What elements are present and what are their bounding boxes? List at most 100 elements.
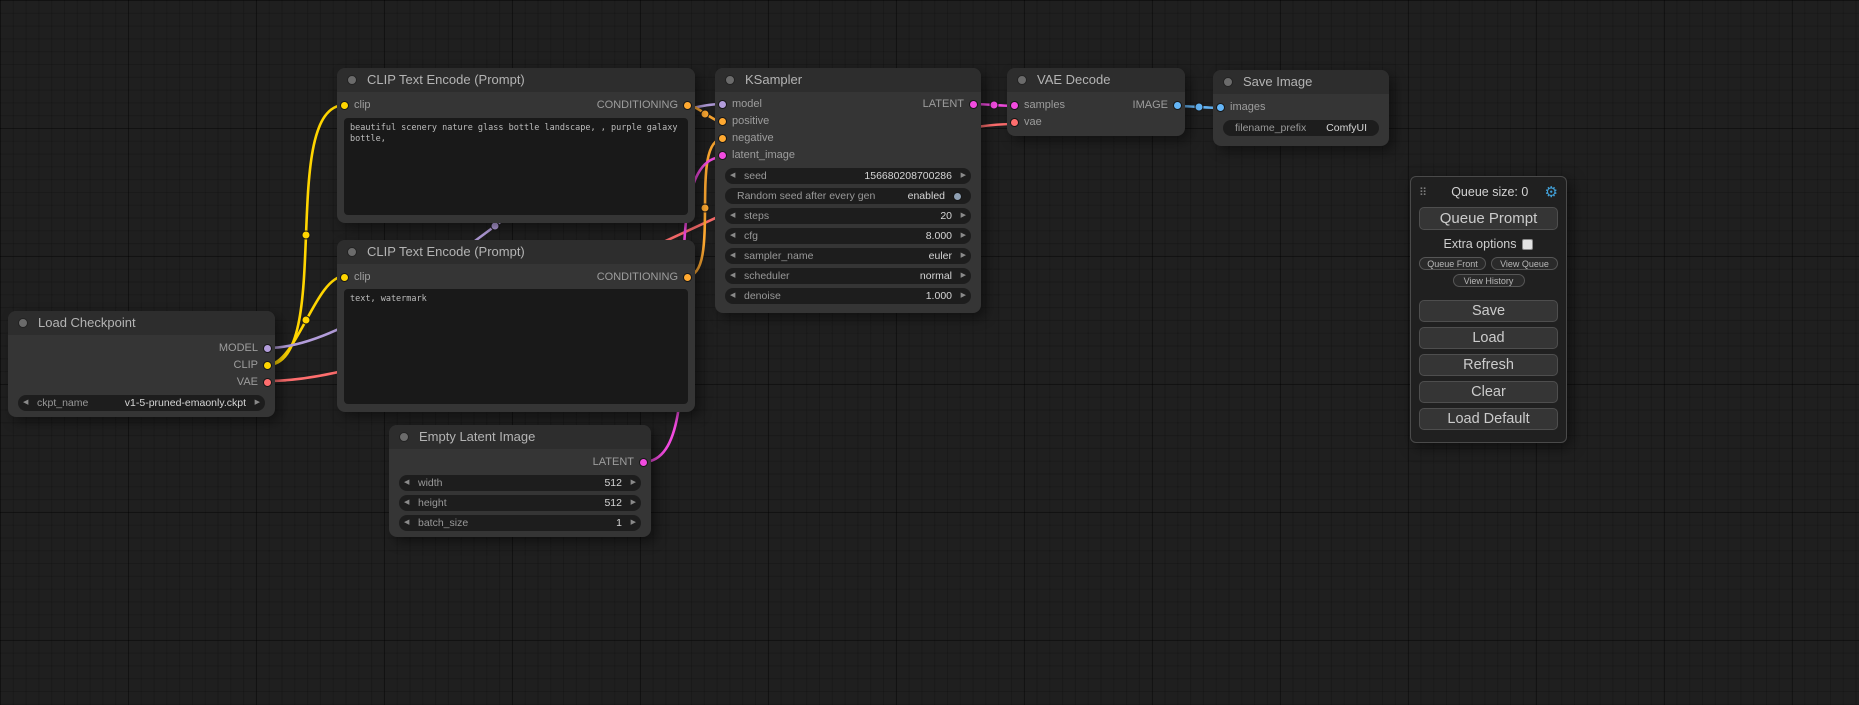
output-slot-clip: CLIP [234,357,275,374]
widget-seed[interactable]: ◀ seed 156680208700286 ▶ [725,168,971,184]
view-queue-button[interactable]: View Queue [1491,257,1558,270]
load-button[interactable]: Load [1419,327,1558,349]
input-dot-samples[interactable] [1010,101,1019,110]
output-dot-conditioning[interactable] [683,101,692,110]
widget-batch-size[interactable]: ◀ batch_size 1 ▶ [399,515,641,531]
settings-gear-icon[interactable]: ⚙ [1545,183,1558,201]
input-dot-latent-image[interactable] [718,151,727,160]
input-slot-positive: positive [715,113,769,130]
widget-cfg[interactable]: ◀ cfg 8.000 ▶ [725,228,971,244]
decrement-arrow-icon[interactable]: ◀ [404,475,415,491]
collapse-dot[interactable] [399,432,409,442]
queue-prompt-button[interactable]: Queue Prompt [1419,207,1558,230]
increment-arrow-icon[interactable]: ▶ [955,228,966,244]
input-dot-negative[interactable] [718,134,727,143]
increment-arrow-icon[interactable]: ▶ [955,268,966,284]
decrement-arrow-icon[interactable]: ◀ [404,495,415,511]
increment-arrow-icon[interactable]: ▶ [625,475,636,491]
widget-ckpt-name[interactable]: ◀ ckpt_name v1-5-pruned-emaonly.ckpt ▶ [18,395,265,411]
input-dot-images[interactable] [1216,103,1225,112]
prompt-textarea[interactable]: text, watermark [344,289,688,404]
node-title-bar[interactable]: Save Image [1213,70,1389,94]
widget-random-seed-toggle[interactable]: Random seed after every gen enabled [725,188,971,204]
increment-arrow-icon[interactable]: ▶ [955,168,966,184]
decrement-arrow-icon[interactable]: ◀ [730,228,741,244]
decrement-arrow-icon[interactable]: ◀ [23,395,34,411]
increment-arrow-icon[interactable]: ▶ [625,515,636,531]
increment-arrow-icon[interactable]: ▶ [955,288,966,304]
widget-scheduler[interactable]: ◀ scheduler normal ▶ [725,268,971,284]
output-dot-model[interactable] [263,344,272,353]
slot-label-conditioning: CONDITIONING [597,99,678,111]
decrement-arrow-icon[interactable]: ◀ [730,248,741,264]
node-load-checkpoint[interactable]: Load Checkpoint MODEL CLIP VAE ◀ ckpt_na… [8,311,275,417]
increment-arrow-icon[interactable]: ▶ [249,395,260,411]
collapse-dot[interactable] [347,75,357,85]
node-title-bar[interactable]: CLIP Text Encode (Prompt) [337,240,695,264]
output-dot-vae[interactable] [263,378,272,387]
output-dot-latent[interactable] [969,100,978,109]
node-title-bar[interactable]: Load Checkpoint [8,311,275,335]
refresh-button[interactable]: Refresh [1419,354,1558,376]
output-dot-image[interactable] [1173,101,1182,110]
graph-canvas[interactable]: Load Checkpoint MODEL CLIP VAE ◀ ckpt_na… [0,0,1859,705]
widget-value: 8.000 [758,230,955,242]
slot-label-model: MODEL [219,342,258,354]
collapse-dot[interactable] [725,75,735,85]
slot-label-positive: positive [732,115,769,127]
widget-width[interactable]: ◀ width 512 ▶ [399,475,641,491]
node-vae-decode[interactable]: VAE Decode samples IMAGE vae [1007,68,1185,136]
decrement-arrow-icon[interactable]: ◀ [404,515,415,531]
node-title: Empty Latent Image [419,429,535,444]
toggle-dot[interactable] [953,192,962,201]
input-slot-latent-image: latent_image [715,147,795,164]
widget-denoise[interactable]: ◀ denoise 1.000 ▶ [725,288,971,304]
collapse-dot[interactable] [18,318,28,328]
increment-arrow-icon[interactable]: ▶ [955,208,966,224]
clear-button[interactable]: Clear [1419,381,1558,403]
widget-filename-prefix[interactable]: filename_prefix ComfyUI [1223,120,1379,136]
output-dot-conditioning[interactable] [683,273,692,282]
output-dot-latent[interactable] [639,458,648,467]
decrement-arrow-icon[interactable]: ◀ [730,168,741,184]
decrement-arrow-icon[interactable]: ◀ [730,208,741,224]
input-dot-clip[interactable] [340,101,349,110]
widget-sampler-name[interactable]: ◀ sampler_name euler ▶ [725,248,971,264]
node-title-bar[interactable]: CLIP Text Encode (Prompt) [337,68,695,92]
input-dot-model[interactable] [718,100,727,109]
increment-arrow-icon[interactable]: ▶ [625,495,636,511]
slot-label-images: images [1230,101,1265,113]
output-dot-clip[interactable] [263,361,272,370]
slot-label-vae: vae [1024,116,1042,128]
save-button[interactable]: Save [1419,300,1558,322]
node-clip-text-encode-positive[interactable]: CLIP Text Encode (Prompt) clip CONDITION… [337,68,695,223]
node-title-bar[interactable]: KSampler [715,68,981,92]
node-save-image[interactable]: Save Image images filename_prefix ComfyU… [1213,70,1389,146]
node-clip-text-encode-negative[interactable]: CLIP Text Encode (Prompt) clip CONDITION… [337,240,695,412]
input-dot-vae[interactable] [1010,118,1019,127]
widget-value: ComfyUI [1306,122,1370,134]
input-slot-clip: clip [337,269,371,286]
load-default-button[interactable]: Load Default [1419,408,1558,430]
node-ksampler[interactable]: KSampler model LATENT positive negative [715,68,981,313]
widget-height[interactable]: ◀ height 512 ▶ [399,495,641,511]
prompt-textarea[interactable]: beautiful scenery nature glass bottle la… [344,118,688,215]
input-dot-clip[interactable] [340,273,349,282]
decrement-arrow-icon[interactable]: ◀ [730,268,741,284]
slot-label-clip: CLIP [234,359,258,371]
extra-options-checkbox[interactable] [1522,239,1533,250]
decrement-arrow-icon[interactable]: ◀ [730,288,741,304]
drag-handle-icon[interactable]: ⠿ [1419,186,1435,199]
collapse-dot[interactable] [347,247,357,257]
widget-value: euler [813,250,955,262]
node-title-bar[interactable]: VAE Decode [1007,68,1185,92]
view-history-button[interactable]: View History [1453,274,1525,287]
node-title-bar[interactable]: Empty Latent Image [389,425,651,449]
input-dot-positive[interactable] [718,117,727,126]
increment-arrow-icon[interactable]: ▶ [955,248,966,264]
queue-front-button[interactable]: Queue Front [1419,257,1486,270]
collapse-dot[interactable] [1223,77,1233,87]
widget-steps[interactable]: ◀ steps 20 ▶ [725,208,971,224]
node-empty-latent-image[interactable]: Empty Latent Image LATENT ◀ width 512 ▶ … [389,425,651,537]
collapse-dot[interactable] [1017,75,1027,85]
